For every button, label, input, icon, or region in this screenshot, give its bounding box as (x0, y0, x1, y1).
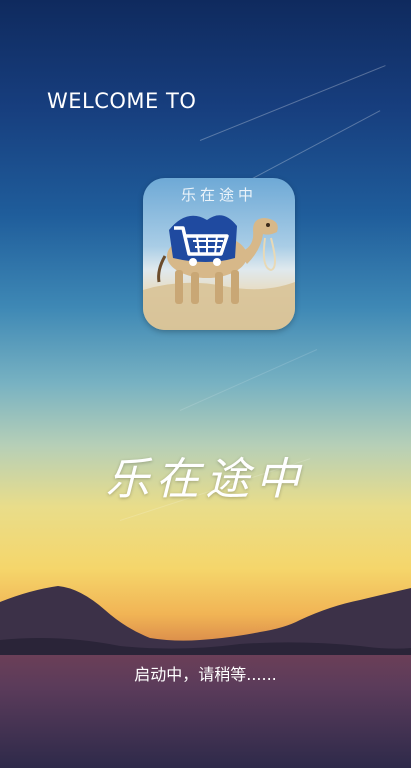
shopping-cart-icon (174, 226, 229, 266)
loading-status: 启动中，请稍等...... (134, 665, 277, 684)
app-icon-caption: 乐在途中 (180, 186, 257, 204)
brand-title: 乐在途中 (105, 454, 306, 505)
app-icon: 乐在途中 (143, 178, 295, 330)
welcome-text: WELCOME TO (47, 89, 197, 113)
